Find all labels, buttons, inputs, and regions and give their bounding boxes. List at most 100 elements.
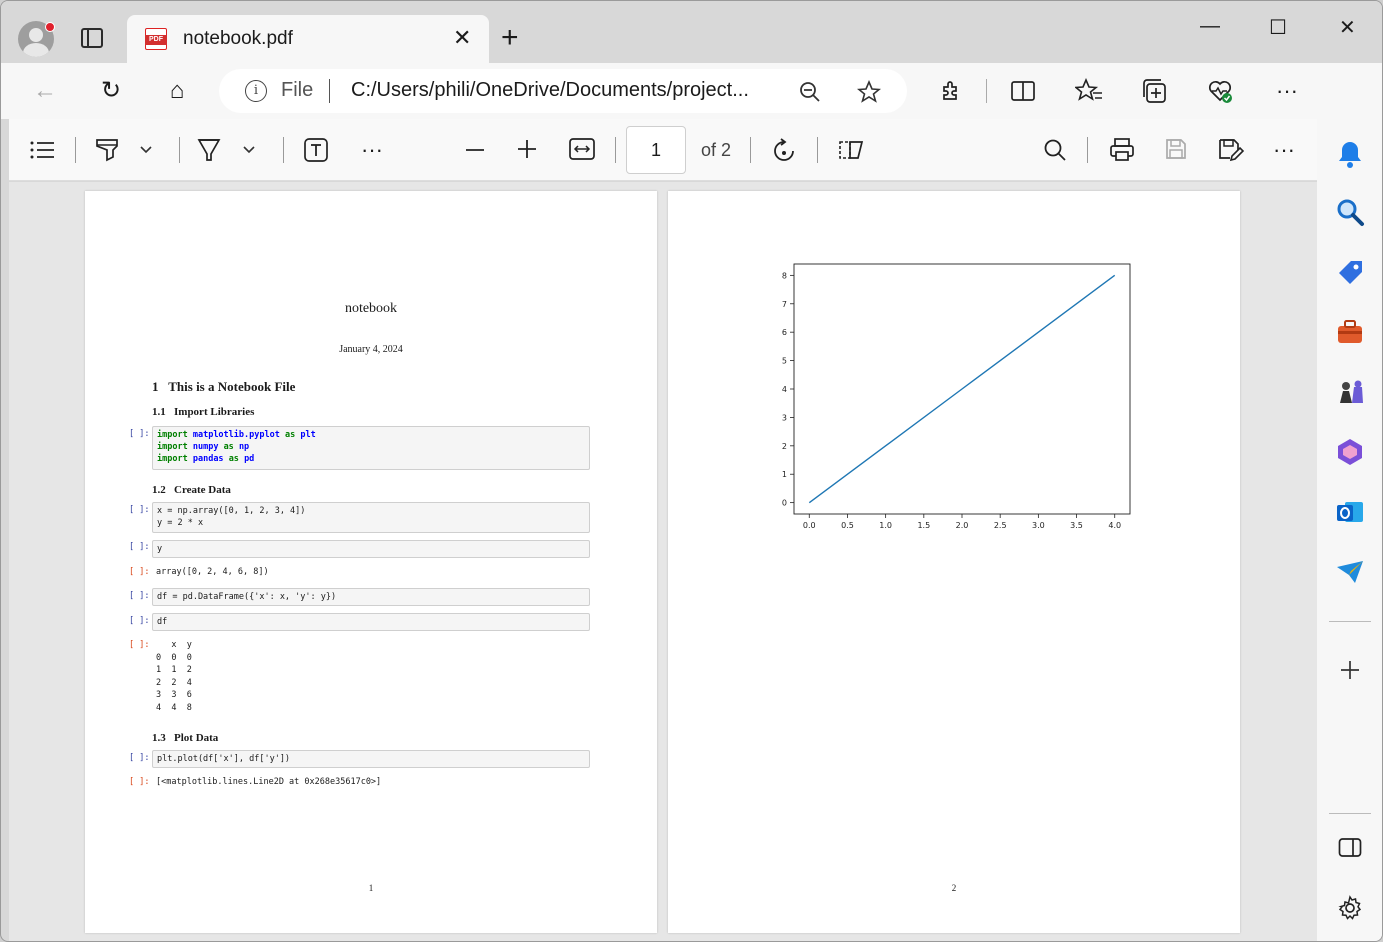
input-prompt: [ ]: [129, 505, 150, 515]
split-screen-icon[interactable] [1010, 79, 1036, 103]
input-prompt: [ ]: [129, 616, 150, 626]
url-text[interactable]: C:/Users/phili/OneDrive/Documents/projec… [351, 79, 781, 102]
tab-actions-icon[interactable] [81, 28, 103, 48]
code-line: import matplotlib.pyplot as plt [157, 430, 316, 440]
subsection-heading: 1.3 Plot Data [152, 732, 219, 744]
refresh-icon[interactable]: ↻ [97, 77, 125, 105]
x-tick-label: 4.0 [1108, 521, 1121, 530]
extensions-icon[interactable] [939, 79, 963, 103]
dataframe-row: 4 4 8 [156, 703, 192, 713]
send-drop-icon[interactable] [1335, 557, 1365, 587]
navigation-bar: ← ↻ ⌂ i File C:/Users/phili/OneDrive/Doc… [1, 63, 1382, 119]
browser-essentials-icon[interactable] [1207, 78, 1235, 106]
x-tick-label: 1.0 [879, 521, 892, 530]
highlight-icon[interactable] [94, 136, 120, 164]
favorites-icon[interactable] [1075, 78, 1103, 104]
x-tick-label: 3.0 [1032, 521, 1045, 530]
code-cell: df = pd.DataFrame({'x': x, 'y': y}) [152, 588, 590, 606]
code-line: df [157, 617, 168, 627]
chevron-down-icon[interactable] [139, 145, 153, 155]
x-tick-label: 1.5 [917, 521, 930, 530]
add-sidebar-app-icon[interactable] [1339, 659, 1361, 681]
minimize-button[interactable]: — [1200, 15, 1220, 38]
search-sidebar-icon[interactable] [1335, 197, 1365, 227]
info-icon[interactable]: i [245, 80, 267, 102]
x-tick-label: 3.5 [1070, 521, 1083, 530]
shopping-tag-icon[interactable] [1335, 257, 1365, 287]
save-icon[interactable] [1164, 137, 1188, 161]
tab-title: notebook.pdf [183, 28, 293, 49]
page-view-icon[interactable] [838, 139, 866, 161]
y-tick-label: 7 [782, 300, 787, 309]
address-separator [329, 79, 330, 103]
more-menu-icon[interactable]: ··· [1273, 77, 1301, 105]
close-tab-icon[interactable]: ✕ [453, 27, 471, 49]
zoom-out-icon[interactable] [465, 148, 485, 152]
favorite-star-icon[interactable] [857, 80, 881, 104]
input-prompt: [ ]: [129, 542, 150, 552]
add-text-icon[interactable] [303, 137, 329, 163]
collections-icon[interactable] [1142, 78, 1168, 104]
y-tick-label: 0 [782, 499, 787, 508]
code-line: df = pd.DataFrame({'x': x, 'y': y}) [157, 592, 337, 602]
toolbar-separator [750, 137, 751, 163]
toolbar-separator [615, 137, 616, 163]
microsoft-365-icon[interactable] [1335, 437, 1365, 467]
fit-width-icon[interactable] [569, 138, 595, 160]
close-window-button[interactable]: ✕ [1339, 15, 1356, 40]
pdf-viewer[interactable]: notebook January 4, 2024 1 This is a Not… [9, 182, 1317, 941]
save-as-icon[interactable] [1217, 137, 1245, 163]
zoom-out-icon[interactable] [799, 81, 821, 103]
contents-list-icon[interactable] [29, 139, 55, 161]
back-arrow-icon[interactable]: ← [31, 77, 59, 105]
dataframe-header: x y [156, 640, 192, 650]
code-cell: import matplotlib.pyplot as plt import n… [152, 426, 590, 470]
maximize-button[interactable]: ☐ [1269, 15, 1287, 40]
chevron-down-icon[interactable] [242, 145, 256, 155]
code-cell: df [152, 613, 590, 631]
y-tick-label: 3 [782, 413, 787, 422]
more-tools-icon[interactable]: ··· [357, 135, 387, 165]
games-icon[interactable] [1335, 377, 1365, 407]
page-number-input[interactable]: 1 [626, 126, 686, 174]
zoom-in-icon[interactable] [517, 139, 537, 159]
sidebar-divider [1329, 621, 1371, 622]
input-prompt: [ ]: [129, 591, 150, 601]
new-tab-button[interactable]: + [501, 23, 519, 53]
toolbar-separator [986, 79, 987, 103]
dataframe-row: 3 3 6 [156, 690, 192, 700]
address-bar[interactable]: i File C:/Users/phili/OneDrive/Documents… [219, 69, 907, 113]
tab-strip: PDF notebook.pdf ✕ + — ☐ ✕ [1, 1, 1382, 63]
code-line: import numpy as np [157, 442, 250, 452]
output-text: [<matplotlib.lines.Line2D at 0x268e35617… [156, 777, 382, 787]
output-prompt: [ ]: [129, 640, 150, 650]
print-icon[interactable] [1109, 137, 1135, 163]
draw-icon[interactable] [196, 136, 222, 164]
search-icon[interactable] [1043, 138, 1067, 162]
tools-briefcase-icon[interactable] [1335, 317, 1365, 347]
sidebar-divider [1329, 813, 1371, 814]
code-cell: y [152, 540, 590, 558]
doc-date: January 4, 2024 [339, 344, 403, 355]
rotate-icon[interactable] [771, 137, 799, 165]
more-options-icon[interactable]: ··· [1269, 135, 1299, 165]
page-total-label: of 2 [701, 140, 732, 160]
scheme-label: File [281, 79, 314, 101]
settings-gear-icon[interactable] [1337, 895, 1363, 921]
section-heading: 1 This is a Notebook File [152, 379, 296, 394]
y-tick-label: 8 [782, 271, 787, 280]
outlook-icon[interactable] [1335, 497, 1365, 527]
hide-sidebar-icon[interactable] [1338, 837, 1362, 859]
code-cell: plt.plot(df['x'], df['y']) [152, 750, 590, 768]
code-line: y [157, 544, 163, 554]
y-tick-label: 4 [782, 385, 787, 394]
y-tick-label: 5 [782, 357, 787, 366]
notifications-bell-icon[interactable] [1335, 139, 1365, 169]
code-line: x = np.array([0, 1, 2, 3, 4]) [157, 506, 306, 516]
home-icon[interactable]: ⌂ [163, 77, 191, 105]
dataframe-row: 1 1 2 [156, 665, 192, 675]
tab-notebook-pdf[interactable] [127, 15, 489, 63]
output-prompt: [ ]: [129, 777, 150, 787]
input-prompt: [ ]: [129, 429, 150, 439]
code-line: plt.plot(df['x'], df['y']) [157, 754, 291, 764]
